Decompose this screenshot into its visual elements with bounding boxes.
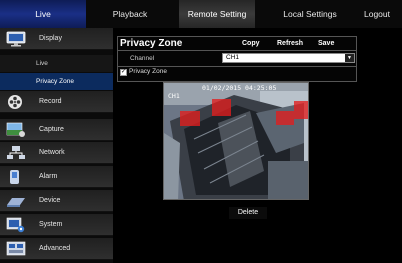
privacy-zone-checkbox[interactable]: ✓ bbox=[120, 69, 127, 76]
chevron-down-icon[interactable]: ▼ bbox=[345, 54, 354, 62]
privacy-mask[interactable] bbox=[276, 111, 294, 125]
channel-select-value: CH1 bbox=[226, 54, 240, 61]
tab-playback[interactable]: Playback bbox=[100, 0, 160, 28]
video-timestamp: 01/02/2015 04:25:05 bbox=[202, 84, 277, 92]
network-icon bbox=[6, 145, 26, 161]
sidebar-item-alarm[interactable]: Alarm bbox=[0, 166, 113, 188]
sidebar-item-label: Alarm bbox=[39, 173, 58, 180]
video-preview[interactable]: CH1 01/02/2015 04:25:05 bbox=[163, 82, 309, 200]
tab-live[interactable]: Live bbox=[0, 0, 86, 28]
capture-icon bbox=[6, 122, 26, 138]
tab-remote-setting[interactable]: Remote Setting bbox=[179, 0, 255, 28]
sidebar-item-system[interactable]: System bbox=[0, 214, 113, 236]
tab-logout[interactable]: Logout bbox=[364, 0, 402, 28]
sidebar-item-label: System bbox=[39, 221, 63, 228]
privacy-zone-panel: Privacy Zone Copy Refresh Save Channel C… bbox=[117, 36, 357, 82]
page-title: Privacy Zone bbox=[120, 38, 183, 49]
save-button[interactable]: Save bbox=[318, 40, 334, 47]
film-reel-icon bbox=[6, 94, 26, 110]
top-nav: Live Playback Remote Setting Local Setti… bbox=[0, 0, 402, 28]
sidebar-item-capture[interactable]: Capture bbox=[0, 119, 113, 141]
sidebar-sub-item-privacy-zone[interactable]: Privacy Zone bbox=[0, 73, 113, 90]
channel-select[interactable]: CH1 ▼ bbox=[222, 53, 355, 63]
tab-local-settings[interactable]: Local Settings bbox=[270, 0, 350, 28]
sidebar-item-advanced[interactable]: Advanced bbox=[0, 238, 113, 260]
divider bbox=[118, 66, 356, 67]
alarm-icon bbox=[6, 169, 26, 185]
sidebar-item-display[interactable]: Display bbox=[0, 28, 113, 50]
sidebar: Display Live Privacy Zone Record Capture… bbox=[0, 28, 113, 263]
sidebar-item-label: Device bbox=[39, 197, 61, 204]
privacy-zone-label: Privacy Zone bbox=[129, 68, 167, 75]
privacy-mask[interactable] bbox=[212, 99, 231, 116]
system-icon bbox=[6, 217, 26, 233]
sidebar-item-label: Capture bbox=[39, 126, 64, 133]
privacy-mask[interactable] bbox=[180, 111, 200, 126]
sidebar-item-label: Advanced bbox=[39, 245, 71, 252]
sidebar-item-record[interactable]: Record bbox=[0, 91, 113, 113]
copy-button[interactable]: Copy bbox=[242, 40, 260, 47]
sidebar-item-label: Display bbox=[39, 35, 62, 42]
sidebar-sub-item-live[interactable]: Live bbox=[0, 55, 113, 72]
refresh-button[interactable]: Refresh bbox=[277, 40, 303, 47]
sidebar-item-label: Network bbox=[39, 149, 65, 156]
divider bbox=[118, 50, 356, 51]
advanced-icon bbox=[6, 241, 26, 257]
channel-label: Channel bbox=[130, 55, 155, 62]
sidebar-item-device[interactable]: Device bbox=[0, 190, 113, 212]
sidebar-item-label: Record bbox=[39, 98, 62, 105]
video-channel-label: CH1 bbox=[168, 92, 180, 100]
camera-scene bbox=[164, 83, 308, 199]
monitor-icon bbox=[6, 31, 26, 47]
delete-button[interactable]: Delete bbox=[229, 207, 267, 219]
device-icon bbox=[6, 193, 26, 209]
privacy-mask[interactable] bbox=[294, 101, 308, 119]
sidebar-item-network[interactable]: Network bbox=[0, 142, 113, 164]
